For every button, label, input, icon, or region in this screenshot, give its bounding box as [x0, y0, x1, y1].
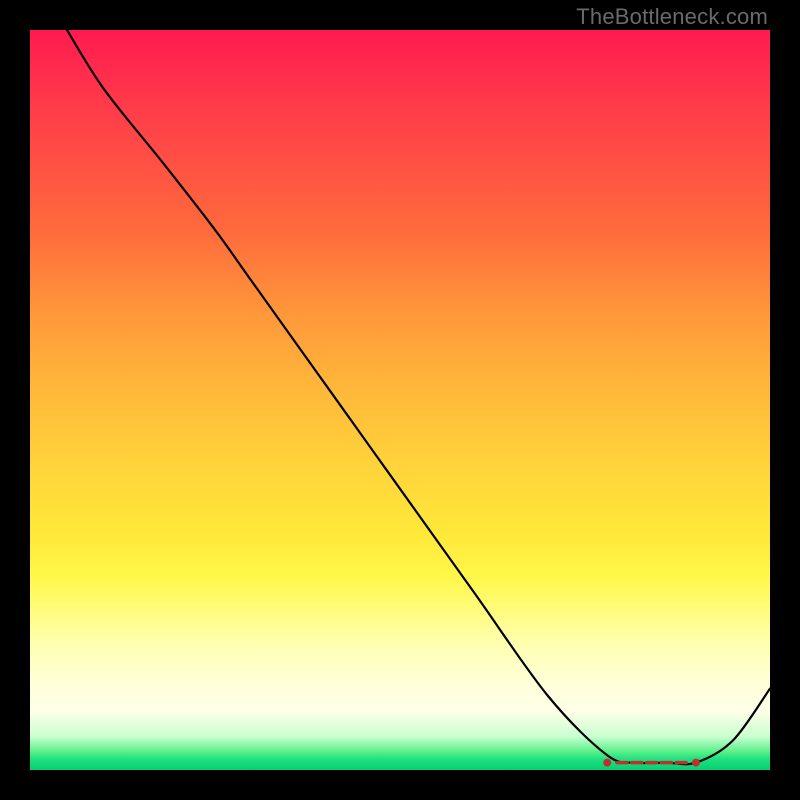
- bottleneck-curve: [67, 30, 770, 764]
- chart-frame: TheBottleneck.com: [0, 0, 800, 800]
- attribution-label: TheBottleneck.com: [576, 4, 768, 30]
- optimal-zone-markers: [603, 759, 700, 767]
- optimal-zone-end-dot: [603, 759, 611, 767]
- optimal-zone-end-dot: [692, 759, 700, 767]
- chart-overlay: [30, 30, 770, 770]
